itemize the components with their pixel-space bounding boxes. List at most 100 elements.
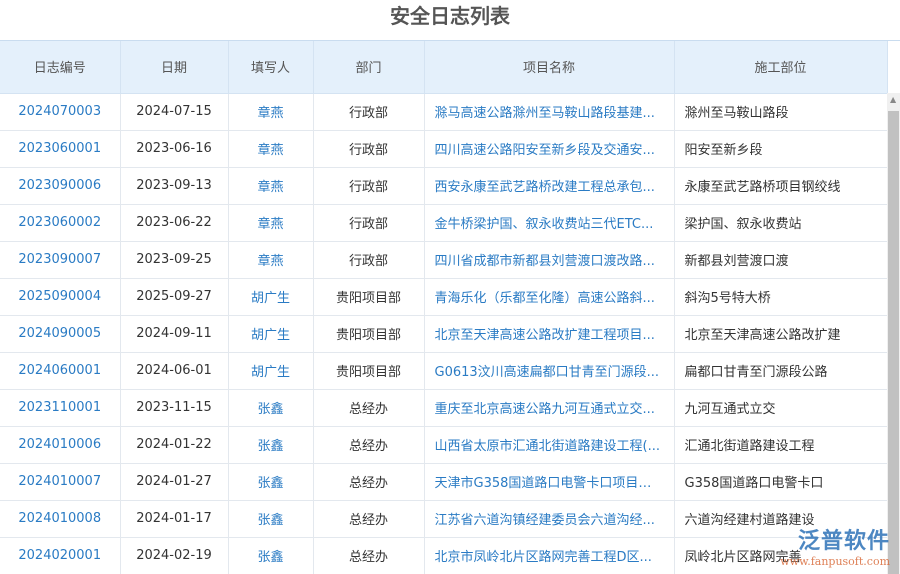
cell-author[interactable]: 章燕 xyxy=(228,93,314,131)
cell-construction-part: 新都县刘营渡口渡 xyxy=(674,241,888,279)
cell-author[interactable]: 张鑫 xyxy=(228,537,314,574)
cell-construction-part: 梁护国、叙永收费站 xyxy=(674,204,888,242)
col-author[interactable]: 填写人 xyxy=(228,41,314,94)
cell-date: 2023-09-13 xyxy=(120,167,229,205)
cell-department: 行政部 xyxy=(313,93,425,131)
cell-project-name[interactable]: 滁马高速公路滁州至马鞍山路段基建... xyxy=(424,93,675,131)
cell-date: 2024-06-01 xyxy=(120,352,229,390)
cell-department: 总经办 xyxy=(313,463,425,501)
log-table-container: 日志编号 日期 填写人 部门 项目名称 施工部位 2024070003 2024-… xyxy=(0,40,900,574)
cell-log-id[interactable]: 2024010007 xyxy=(0,463,121,501)
cell-department: 总经办 xyxy=(313,500,425,538)
scroll-up-icon[interactable]: ▲ xyxy=(890,95,896,104)
cell-department: 行政部 xyxy=(313,167,425,205)
table-row[interactable]: 2024070003 2024-07-15 章燕 行政部 滁马高速公路滁州至马鞍山路段基… xyxy=(0,93,888,131)
cell-department: 总经办 xyxy=(313,426,425,464)
cell-author[interactable]: 张鑫 xyxy=(228,389,314,427)
cell-author[interactable]: 章燕 xyxy=(228,167,314,205)
cell-log-id[interactable]: 2023090007 xyxy=(0,241,121,279)
watermark-logo: 泛普软件 www.fanpusoft.com xyxy=(780,523,890,568)
table-row[interactable]: 2023060002 2023-06-22 章燕 行政部 金牛桥梁护国、叙永收费站三代E… xyxy=(0,204,888,242)
cell-date: 2024-07-15 xyxy=(120,93,229,131)
table-row[interactable]: 2024010007 2024-01-27 张鑫 总经办 天津市G358国道路口电警卡口… xyxy=(0,463,888,501)
cell-department: 贵阳项目部 xyxy=(313,315,425,353)
table-row[interactable]: 2024020001 2024-02-19 张鑫 总经办 北京市凤岭北片区路网完善工程D… xyxy=(0,537,888,574)
col-department[interactable]: 部门 xyxy=(313,41,425,94)
scrollbar-thumb[interactable] xyxy=(888,111,899,574)
table-row[interactable]: 2023110001 2023-11-15 张鑫 总经办 重庆至北京高速公路九河互通式立… xyxy=(0,389,888,427)
cell-author[interactable]: 章燕 xyxy=(228,130,314,168)
cell-log-id[interactable]: 2024070003 xyxy=(0,93,121,131)
cell-project-name[interactable]: 四川省成都市新都县刘营渡口渡改路... xyxy=(424,241,675,279)
cell-project-name[interactable]: G0613汶川高速扁都口甘青至门源段... xyxy=(424,352,675,390)
table-row[interactable]: 2024010006 2024-01-22 张鑫 总经办 山西省太原市汇通北街道路建设工… xyxy=(0,426,888,464)
col-project-name[interactable]: 项目名称 xyxy=(424,41,675,94)
watermark-url: www.fanpusoft.com xyxy=(780,555,890,568)
cell-construction-part: 斜沟5号特大桥 xyxy=(674,278,888,316)
cell-date: 2023-06-16 xyxy=(120,130,229,168)
safety-log-table: 日志编号 日期 填写人 部门 项目名称 施工部位 2024070003 2024-… xyxy=(0,41,888,574)
table-row[interactable]: 2024010008 2024-01-17 张鑫 总经办 江苏省六道沟镇经建委员会六道沟… xyxy=(0,500,888,538)
cell-construction-part: 阳安至新乡段 xyxy=(674,130,888,168)
cell-project-name[interactable]: 重庆至北京高速公路九河互通式立交... xyxy=(424,389,675,427)
cell-date: 2023-11-15 xyxy=(120,389,229,427)
table-row[interactable]: 2023090006 2023-09-13 章燕 行政部 西安永康至武艺路桥改建工程总承… xyxy=(0,167,888,205)
cell-project-name[interactable]: 青海乐化（乐都至化隆）高速公路斜... xyxy=(424,278,675,316)
col-date[interactable]: 日期 xyxy=(120,41,229,94)
cell-log-id[interactable]: 2023060002 xyxy=(0,204,121,242)
cell-project-name[interactable]: 北京市凤岭北片区路网完善工程D区... xyxy=(424,537,675,574)
cell-project-name[interactable]: 西安永康至武艺路桥改建工程总承包... xyxy=(424,167,675,205)
cell-author[interactable]: 胡广生 xyxy=(228,352,314,390)
cell-construction-part: 北京至天津高速公路改扩建 xyxy=(674,315,888,353)
page-title: 安全日志列表 xyxy=(390,4,510,28)
cell-construction-part: 滁州至马鞍山路段 xyxy=(674,93,888,131)
table-row[interactable]: 2024060001 2024-06-01 胡广生 贵阳项目部 G0613汶川高速扁都口… xyxy=(0,352,888,390)
cell-date: 2024-01-22 xyxy=(120,426,229,464)
vertical-scrollbar[interactable]: ▲ xyxy=(887,93,900,574)
cell-project-name[interactable]: 江苏省六道沟镇经建委员会六道沟经... xyxy=(424,500,675,538)
table-row[interactable]: 2023060001 2023-06-16 章燕 行政部 四川高速公路阳安至新乡段及交通… xyxy=(0,130,888,168)
cell-date: 2023-06-22 xyxy=(120,204,229,242)
cell-project-name[interactable]: 天津市G358国道路口电警卡口项目设... xyxy=(424,463,675,501)
cell-author[interactable]: 胡广生 xyxy=(228,278,314,316)
cell-author[interactable]: 张鑫 xyxy=(228,426,314,464)
table-row[interactable]: 2025090004 2025-09-27 胡广生 贵阳项目部 青海乐化（乐都至化隆）高… xyxy=(0,278,888,316)
cell-department: 贵阳项目部 xyxy=(313,278,425,316)
cell-construction-part: 九河互通式立交 xyxy=(674,389,888,427)
cell-date: 2024-02-19 xyxy=(120,537,229,574)
cell-author[interactable]: 胡广生 xyxy=(228,315,314,353)
cell-date: 2025-09-27 xyxy=(120,278,229,316)
col-log-id[interactable]: 日志编号 xyxy=(0,41,121,94)
cell-author[interactable]: 张鑫 xyxy=(228,463,314,501)
cell-author[interactable]: 张鑫 xyxy=(228,500,314,538)
cell-log-id[interactable]: 2024010006 xyxy=(0,426,121,464)
table-row[interactable]: 2023090007 2023-09-25 章燕 行政部 四川省成都市新都县刘营渡口渡改… xyxy=(0,241,888,279)
cell-construction-part: 扁都口甘青至门源段公路 xyxy=(674,352,888,390)
cell-log-id[interactable]: 2024090005 xyxy=(0,315,121,353)
cell-log-id[interactable]: 2023060001 xyxy=(0,130,121,168)
cell-department: 行政部 xyxy=(313,241,425,279)
cell-log-id[interactable]: 2025090004 xyxy=(0,278,121,316)
cell-department: 总经办 xyxy=(313,389,425,427)
col-construction-part[interactable]: 施工部位 xyxy=(674,41,888,94)
cell-date: 2023-09-25 xyxy=(120,241,229,279)
cell-department: 贵阳项目部 xyxy=(313,352,425,390)
watermark-name: 泛普软件 xyxy=(797,529,890,554)
cell-construction-part: 永康至武艺路桥项目钢绞线 xyxy=(674,167,888,205)
cell-project-name[interactable]: 金牛桥梁护国、叙永收费站三代ETC... xyxy=(424,204,675,242)
cell-construction-part: G358国道路口电警卡口 xyxy=(674,463,888,501)
cell-date: 2024-01-27 xyxy=(120,463,229,501)
cell-author[interactable]: 章燕 xyxy=(228,204,314,242)
cell-log-id[interactable]: 2024010008 xyxy=(0,500,121,538)
cell-log-id[interactable]: 2024020001 xyxy=(0,537,121,574)
cell-date: 2024-09-11 xyxy=(120,315,229,353)
cell-project-name[interactable]: 山西省太原市汇通北街道路建设工程(... xyxy=(424,426,675,464)
cell-author[interactable]: 章燕 xyxy=(228,241,314,279)
cell-log-id[interactable]: 2023110001 xyxy=(0,389,121,427)
cell-date: 2024-01-17 xyxy=(120,500,229,538)
table-row[interactable]: 2024090005 2024-09-11 胡广生 贵阳项目部 北京至天津高速公路改扩建… xyxy=(0,315,888,353)
cell-log-id[interactable]: 2024060001 xyxy=(0,352,121,390)
cell-project-name[interactable]: 北京至天津高速公路改扩建工程项目... xyxy=(424,315,675,353)
cell-project-name[interactable]: 四川高速公路阳安至新乡段及交通安... xyxy=(424,130,675,168)
cell-log-id[interactable]: 2023090006 xyxy=(0,167,121,205)
